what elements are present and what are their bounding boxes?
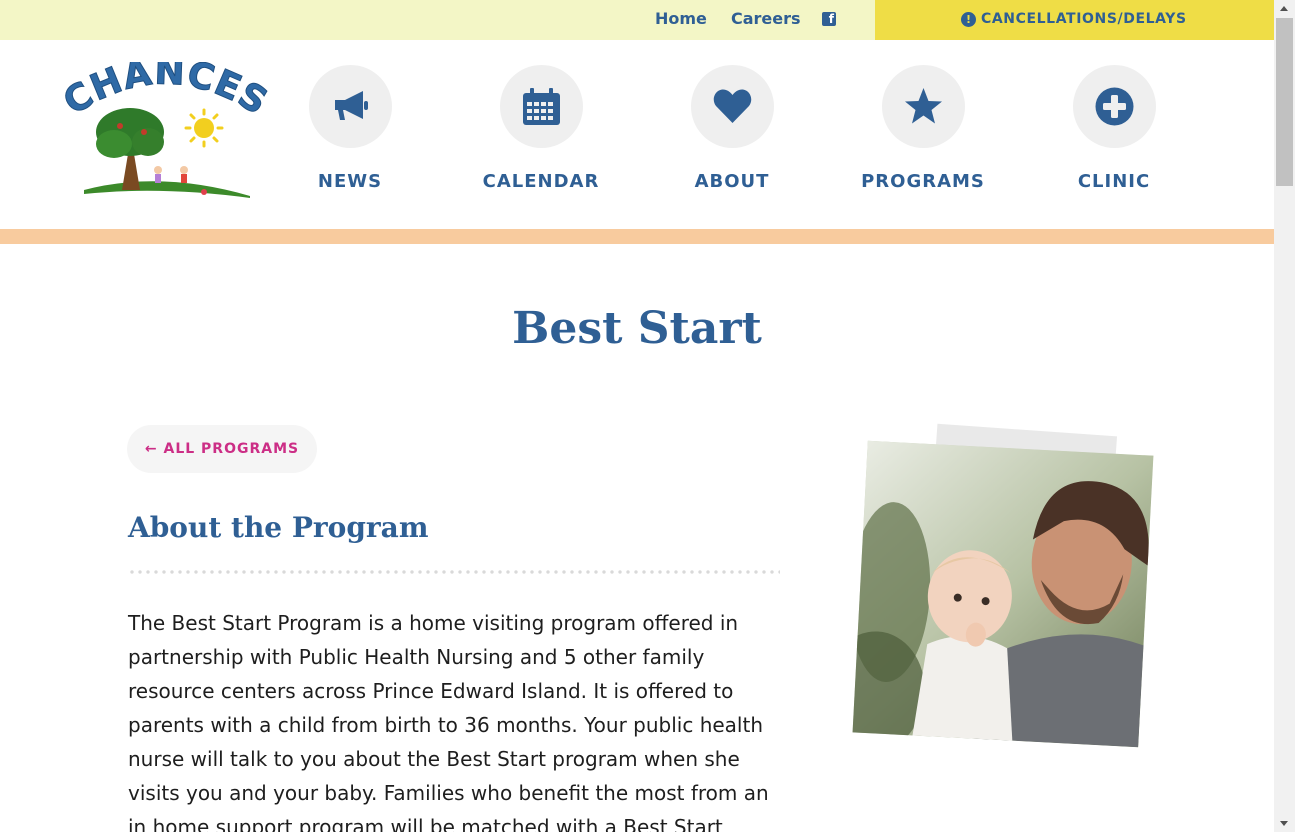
careers-link[interactable]: Careers — [731, 9, 801, 28]
logo-text: CHANCES — [60, 62, 268, 124]
heart-icon — [713, 89, 752, 123]
site-header: CHANCES — [0, 40, 1274, 229]
nav-clinic[interactable]: CLINIC — [1019, 65, 1209, 205]
father-and-baby-photo — [852, 440, 1154, 748]
nav-clinic-circle — [1073, 65, 1156, 148]
nav-about[interactable]: ABOUT — [637, 65, 827, 205]
nav-about-label: ABOUT — [694, 171, 770, 192]
alert-label: CANCELLATIONS/DELAYS — [981, 11, 1187, 27]
sun-icon — [184, 108, 224, 148]
nav-calendar[interactable]: CALENDAR — [446, 65, 636, 205]
nav-news-circle — [309, 65, 392, 148]
section-title: About the Program — [128, 511, 429, 544]
program-photo-frame — [848, 422, 1160, 752]
dotted-divider — [128, 570, 780, 574]
page-title: Best Start — [512, 303, 762, 354]
nav-news-label: NEWS — [317, 171, 383, 192]
nav-clinic-label: CLINIC — [1077, 171, 1151, 192]
svg-text:CHANCES: CHANCES — [60, 62, 268, 123]
all-programs-button[interactable]: ← ALL PROGRAMS — [127, 425, 317, 473]
chances-logo[interactable]: CHANCES — [60, 62, 268, 204]
header-divider-band — [0, 229, 1274, 244]
nav-calendar-circle — [500, 65, 583, 148]
star-icon — [905, 88, 942, 124]
facebook-icon[interactable]: f — [822, 12, 836, 26]
scroll-down-arrow-icon[interactable] — [1280, 821, 1288, 826]
tree-icon — [96, 108, 164, 190]
calendar-icon — [523, 88, 560, 125]
nav-news[interactable]: NEWS — [255, 65, 445, 205]
nav-calendar-label: CALENDAR — [482, 171, 600, 192]
exclamation-circle-icon: ! — [961, 12, 976, 27]
scroll-up-arrow-icon[interactable] — [1280, 6, 1288, 11]
cancellations-delays-button[interactable]: ! CANCELLATIONS/DELAYS — [875, 0, 1274, 40]
nav-about-circle — [691, 65, 774, 148]
nav-programs[interactable]: PROGRAMS — [828, 65, 1018, 205]
top-utility-bar: Home Careers f ! CANCELLATIONS/DELAYS — [0, 0, 1274, 40]
vertical-scrollbar[interactable] — [1274, 0, 1295, 832]
program-description: The Best Start Program is a home visitin… — [128, 611, 769, 832]
nav-programs-label: PROGRAMS — [861, 171, 985, 192]
home-link[interactable]: Home — [655, 9, 707, 28]
megaphone-icon — [335, 91, 368, 120]
nav-programs-circle — [882, 65, 965, 148]
plus-circle-icon — [1095, 87, 1134, 126]
scrollbar-thumb[interactable] — [1276, 18, 1293, 186]
